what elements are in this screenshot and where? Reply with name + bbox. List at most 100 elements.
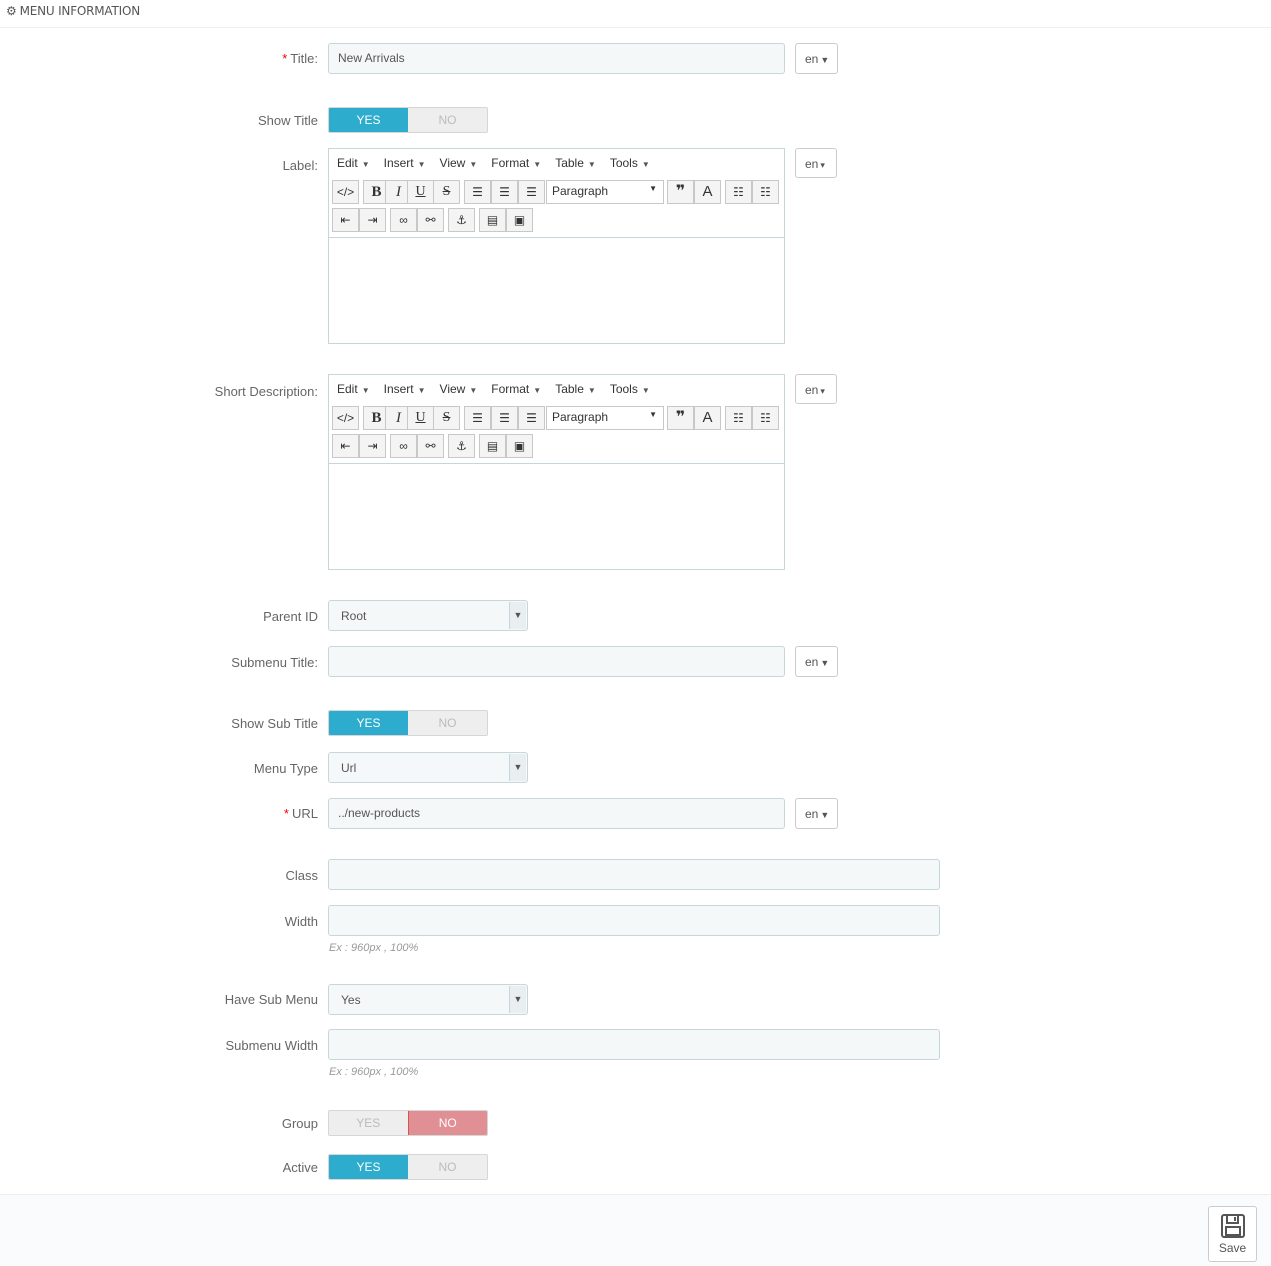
menu-type-select[interactable]: Url ▼ xyxy=(328,752,528,783)
block-format-select[interactable]: Paragraph ▼ xyxy=(546,180,664,204)
show-sub-title-row: Show Sub Title YES NO xyxy=(0,710,1271,736)
title-lang-button[interactable]: en ▼ xyxy=(795,43,838,74)
block-format-select[interactable]: Paragraph ▼ xyxy=(546,406,664,430)
panel-title: MENU INFORMATION xyxy=(19,4,141,18)
menu-type-row: Menu Type Url ▼ xyxy=(0,752,1271,783)
url-input[interactable]: ../new-products xyxy=(328,798,785,829)
outdent-icon[interactable]: ⇤ xyxy=(332,434,359,458)
active-yes[interactable]: YES xyxy=(329,1155,408,1179)
menu-tools[interactable]: Tools ▼ xyxy=(610,149,650,177)
submenu-width-input[interactable] xyxy=(328,1029,940,1060)
show-title-no[interactable]: NO xyxy=(408,108,487,132)
active-switch[interactable]: YES NO xyxy=(328,1154,488,1180)
caret-down-icon: ▼ xyxy=(417,160,426,169)
text-color-icon[interactable]: A xyxy=(694,406,721,430)
parent-id-label: Parent ID xyxy=(263,609,318,624)
menu-format[interactable]: Format ▼ xyxy=(491,375,541,403)
menu-view[interactable]: View ▼ xyxy=(440,375,478,403)
underline-icon[interactable]: U xyxy=(407,406,434,430)
outdent-icon[interactable]: ⇤ xyxy=(332,208,359,232)
menu-view[interactable]: View ▼ xyxy=(440,149,478,177)
indent-icon[interactable]: ⇥ xyxy=(359,208,386,232)
caret-down-icon: ▼ xyxy=(533,160,542,169)
unlink-icon[interactable]: ⚯ xyxy=(417,208,444,232)
required-marker: * xyxy=(283,806,289,821)
numbered-list-icon[interactable]: ☷ xyxy=(752,406,779,430)
blockquote-icon[interactable]: ❞ xyxy=(667,406,694,430)
label-lang-button[interactable]: en ▾ xyxy=(795,148,837,178)
url-lang-button[interactable]: en ▼ xyxy=(795,798,838,829)
show-sub-title-switch[interactable]: YES NO xyxy=(328,710,488,736)
submenu-title-lang-button[interactable]: en ▼ xyxy=(795,646,838,677)
text-color-icon[interactable]: A xyxy=(694,180,721,204)
menu-insert[interactable]: Insert ▼ xyxy=(384,149,426,177)
width-input[interactable] xyxy=(328,905,940,936)
save-button[interactable]: Save xyxy=(1208,1206,1257,1262)
group-switch[interactable]: YES NO xyxy=(328,1110,488,1136)
short-description-lang-button[interactable]: en ▾ xyxy=(795,374,837,404)
show-title-switch[interactable]: YES NO xyxy=(328,107,488,133)
active-no[interactable]: NO xyxy=(408,1155,487,1179)
chevron-down-icon: ▼ xyxy=(509,754,526,781)
editor-toolbar-1: </> B I U S ☰ ☰ ☰ Paragraph ▼ ❞ A ☷ ☷ xyxy=(329,177,784,205)
caret-down-icon: ▼ xyxy=(641,160,650,169)
menu-table[interactable]: Table ▼ xyxy=(555,375,596,403)
underline-icon[interactable]: U xyxy=(407,180,434,204)
link-icon[interactable]: ∞ xyxy=(390,434,417,458)
image-icon[interactable]: ▣ xyxy=(506,434,533,458)
menu-format[interactable]: Format ▼ xyxy=(491,149,541,177)
bullet-list-icon[interactable]: ☷ xyxy=(725,180,752,204)
editor-toolbar-2: ⇤ ⇥ ∞ ⚯ ⚓ ▤ ▣ xyxy=(329,431,784,459)
menu-type-label: Menu Type xyxy=(253,761,318,776)
label-edit-area[interactable] xyxy=(329,237,784,343)
title-input[interactable]: New Arrivals xyxy=(328,43,785,74)
anchor-icon[interactable]: ⚓ xyxy=(448,434,475,458)
submenu-title-input[interactable] xyxy=(328,646,785,677)
menu-label: Format xyxy=(491,382,530,396)
show-title-yes[interactable]: YES xyxy=(329,108,408,132)
indent-icon[interactable]: ⇥ xyxy=(359,434,386,458)
panel-heading: ⚙ MENU INFORMATION xyxy=(0,0,1271,28)
align-center-icon[interactable]: ☰ xyxy=(491,406,518,430)
source-code-icon[interactable]: </> xyxy=(332,406,359,430)
menu-edit[interactable]: Edit ▼ xyxy=(337,149,370,177)
caret-down-icon: ▼ xyxy=(361,386,370,395)
menu-insert[interactable]: Insert ▼ xyxy=(384,375,426,403)
strikethrough-icon[interactable]: S xyxy=(433,406,460,430)
menu-table[interactable]: Table ▼ xyxy=(555,149,596,177)
strikethrough-icon[interactable]: S xyxy=(433,180,460,204)
media-icon[interactable]: ▤ xyxy=(479,434,506,458)
image-icon[interactable]: ▣ xyxy=(506,208,533,232)
show-sub-title-no[interactable]: NO xyxy=(408,711,487,735)
lang-code: en xyxy=(805,655,819,669)
class-input[interactable] xyxy=(328,859,940,890)
parent-id-row: Parent ID Root ▼ xyxy=(0,600,1271,631)
media-icon[interactable]: ▤ xyxy=(479,208,506,232)
source-code-icon[interactable]: </> xyxy=(332,180,359,204)
have-sub-menu-select[interactable]: Yes ▼ xyxy=(328,984,528,1015)
align-center-icon[interactable]: ☰ xyxy=(491,180,518,204)
align-left-icon[interactable]: ☰ xyxy=(464,180,491,204)
unlink-icon[interactable]: ⚯ xyxy=(417,434,444,458)
align-right-icon[interactable]: ☰ xyxy=(518,180,545,204)
blockquote-icon[interactable]: ❞ xyxy=(667,180,694,204)
caret-down-icon: ▼ xyxy=(820,810,830,820)
caret-down-icon: ▼ xyxy=(417,386,426,395)
lang-code: en xyxy=(805,52,819,66)
show-sub-title-yes[interactable]: YES xyxy=(329,711,408,735)
group-yes[interactable]: YES xyxy=(329,1111,408,1135)
link-icon[interactable]: ∞ xyxy=(390,208,417,232)
title-label-text: Title: xyxy=(290,51,318,66)
short-description-edit-area[interactable] xyxy=(329,463,784,569)
align-left-icon[interactable]: ☰ xyxy=(464,406,491,430)
align-right-icon[interactable]: ☰ xyxy=(518,406,545,430)
anchor-icon[interactable]: ⚓ xyxy=(448,208,475,232)
bullet-list-icon[interactable]: ☷ xyxy=(725,406,752,430)
group-no[interactable]: NO xyxy=(407,1111,487,1135)
menu-tools[interactable]: Tools ▼ xyxy=(610,375,650,403)
label-label: Label: xyxy=(282,158,318,173)
numbered-list-icon[interactable]: ☷ xyxy=(752,180,779,204)
menu-edit[interactable]: Edit ▼ xyxy=(337,375,370,403)
parent-id-select[interactable]: Root ▼ xyxy=(328,600,528,631)
active-label: Active xyxy=(282,1160,318,1175)
